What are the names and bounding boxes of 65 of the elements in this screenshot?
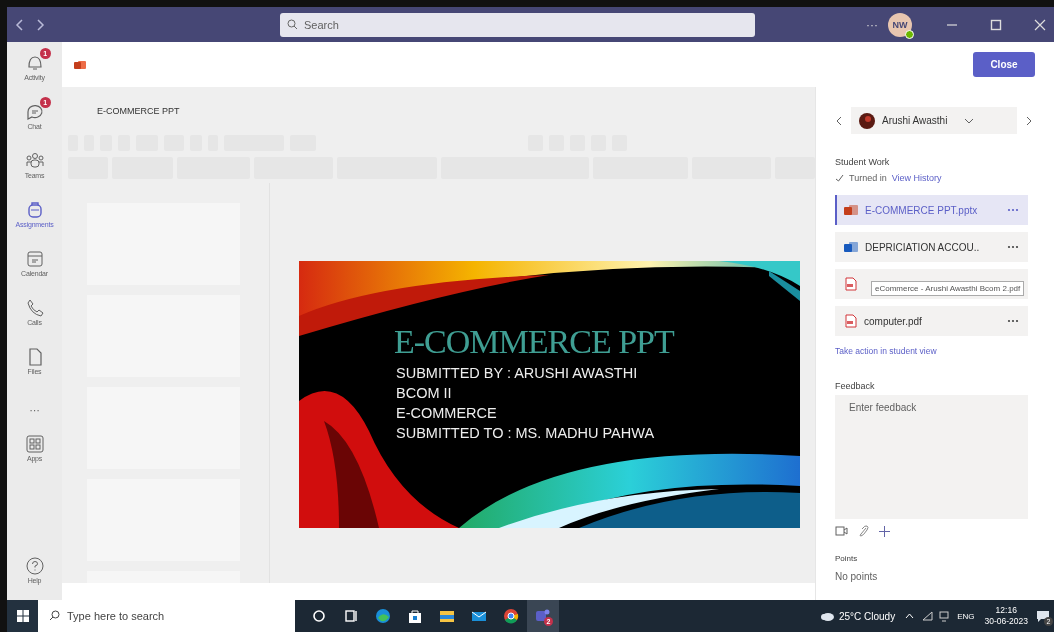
browser-icon: [374, 607, 392, 625]
feedback-field[interactable]: Enter feedback: [835, 395, 1028, 519]
file-item[interactable]: eCommerce - Arushi Awasthi Bcom 2.pdf: [835, 269, 1028, 299]
pdf-file-icon: [844, 314, 857, 328]
slides-file-icon: [844, 204, 858, 216]
device-icon[interactable]: [939, 610, 950, 622]
more-button[interactable]: ···: [866, 17, 878, 32]
help-icon: [23, 555, 46, 577]
message-icon: [1036, 609, 1050, 623]
search-icon: [287, 18, 298, 30]
circle-icon: [310, 607, 328, 625]
more-icon[interactable]: [1007, 245, 1019, 249]
check-icon: [835, 174, 844, 182]
paperclip-icon[interactable]: [858, 525, 869, 537]
feedback-label: Feedback: [835, 381, 876, 391]
slide-title: E-COMMERCE PPT: [394, 323, 674, 361]
file-title: E-COMMERCE PPT: [97, 106, 180, 116]
slide-text: BCOM II: [396, 384, 453, 403]
slide-text: SUBMITTED BY : ARUSHI AWASTHI: [396, 364, 639, 383]
section-label: Student Work: [835, 157, 891, 167]
search-field[interactable]: Search: [280, 12, 755, 37]
close-icon[interactable]: [1034, 18, 1046, 31]
more-icon[interactable]: [1007, 319, 1019, 323]
file-item[interactable]: computer.pdf: [835, 306, 1028, 336]
more-icon[interactable]: [1007, 208, 1019, 212]
clock[interactable]: 12:16 30-06-2023: [984, 605, 1028, 627]
close-button[interactable]: Close: [973, 52, 1035, 77]
windows-icon[interactable]: [16, 610, 29, 622]
maximize-icon[interactable]: [990, 18, 1002, 31]
points-label: Points: [835, 554, 859, 563]
next-icon[interactable]: [1025, 115, 1033, 126]
chevron-up-icon[interactable]: [905, 613, 915, 619]
slide-text: SUBMITTED TO : MS. MADHU PAHWA: [396, 424, 656, 443]
search-icon: [49, 610, 60, 621]
document-file-icon: [844, 241, 858, 253]
slide-text: E-COMMERCE: [396, 404, 498, 423]
pdf-file-icon: [844, 277, 857, 291]
file-item[interactable]: E-COMMERCE PPT.pptx: [835, 195, 1028, 225]
user-avatar[interactable]: NW: [888, 12, 912, 37]
back-icon[interactable]: [15, 17, 25, 32]
chrome-icon: [502, 607, 520, 625]
more-apps-button[interactable]: ···: [7, 391, 62, 429]
video-icon[interactable]: [835, 526, 848, 536]
status-text: Turned in: [849, 173, 887, 183]
apps-icon: [23, 433, 46, 455]
add-icon[interactable]: [879, 525, 890, 537]
student-view-link[interactable]: Take action in student view: [835, 346, 1054, 356]
previous-icon[interactable]: [835, 115, 843, 126]
student-picker[interactable]: Arushi Awasthi: [851, 107, 1017, 134]
file-item[interactable]: DEPRICIATION ACCOU..: [835, 232, 1028, 262]
avatar-icon: [859, 112, 875, 129]
store-icon: [406, 607, 424, 625]
tooltip: eCommerce - Arushi Awasthi Bcom 2.pdf: [871, 281, 1025, 296]
history-link[interactable]: View History: [891, 173, 942, 183]
slides-file-icon: [74, 59, 86, 70]
forward-icon[interactable]: [35, 17, 45, 32]
task-view-icon: [342, 607, 360, 625]
presence-icon: [905, 29, 914, 39]
weather-text[interactable]: 25°C Cloudy: [838, 610, 896, 622]
language-indicator[interactable]: ENG: [957, 611, 975, 621]
cloud-icon: [818, 611, 835, 621]
chevron-down-icon: [964, 117, 975, 124]
taskbar-search-field[interactable]: Type here to search: [38, 600, 295, 632]
network-icon[interactable]: [922, 611, 934, 621]
points-value: No points: [835, 571, 879, 582]
